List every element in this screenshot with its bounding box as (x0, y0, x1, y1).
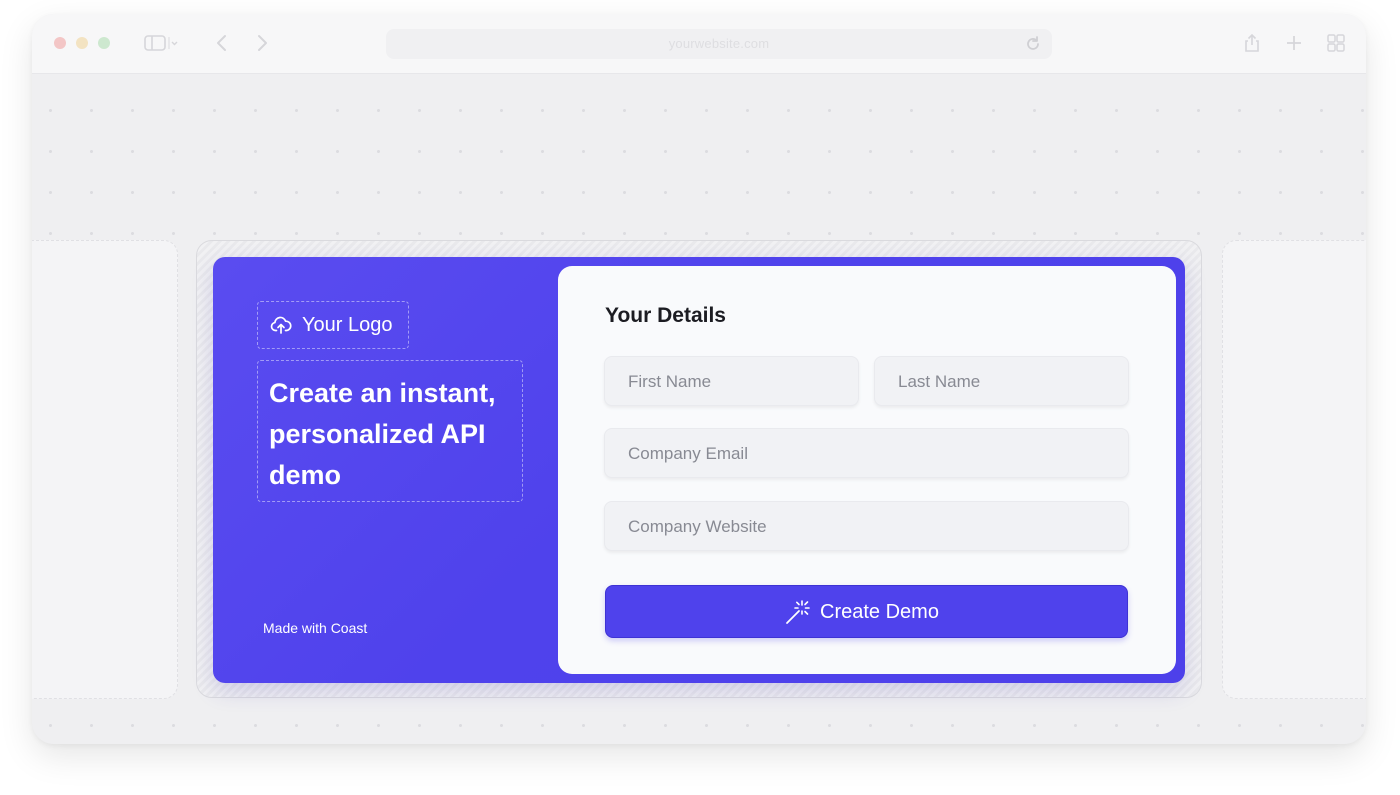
address-bar[interactable]: yourwebsite.com (386, 29, 1052, 59)
plus-icon[interactable] (1284, 33, 1304, 53)
headline: Create an instant, personalized API demo (269, 378, 496, 490)
url-text: yourwebsite.com (668, 36, 770, 51)
placeholder-frame-right (1222, 240, 1366, 699)
form-title: Your Details (605, 304, 726, 327)
create-demo-label: Create Demo (820, 601, 939, 623)
first-name-placeholder: First Name (628, 372, 712, 391)
last-name-field[interactable]: Last Name (874, 356, 1129, 406)
company-email-field[interactable]: Company Email (604, 428, 1129, 478)
chevron-right-icon[interactable] (252, 33, 272, 53)
company-website-placeholder: Company Website (628, 517, 767, 536)
placeholder-frame-left (32, 240, 178, 699)
magic-wand-icon (786, 600, 810, 624)
made-with-credit[interactable]: Made with Coast (263, 620, 367, 636)
sidebar-icon[interactable] (144, 33, 178, 53)
company-website-field[interactable]: Company Website (604, 501, 1129, 551)
headline-block[interactable]: Create an instant, personalized API demo (257, 360, 523, 502)
close-window-button[interactable] (54, 37, 66, 49)
company-email-placeholder: Company Email (628, 444, 748, 463)
reload-icon[interactable] (1024, 35, 1042, 53)
demo-card: Your Logo Create an instant, personalize… (213, 257, 1185, 683)
grid-icon[interactable] (1326, 33, 1346, 53)
logo-text: Your Logo (302, 314, 393, 336)
create-demo-button[interactable]: Create Demo (605, 585, 1128, 638)
first-name-field[interactable]: First Name (604, 356, 859, 406)
share-icon[interactable] (1242, 33, 1262, 53)
browser-toolbar: yourwebsite.com (32, 14, 1366, 74)
minimize-window-button[interactable] (76, 37, 88, 49)
page-canvas: Your Logo Create an instant, personalize… (32, 74, 1366, 744)
cloud-upload-icon (270, 316, 292, 334)
browser-window: yourwebsite.com Your Logo Create an inst… (32, 14, 1366, 744)
last-name-placeholder: Last Name (898, 372, 981, 391)
chevron-left-icon[interactable] (212, 33, 232, 53)
details-form: Your Details First Name Last Name Compan… (558, 266, 1176, 674)
logo-placeholder[interactable]: Your Logo (257, 301, 409, 349)
zoom-window-button[interactable] (98, 37, 110, 49)
